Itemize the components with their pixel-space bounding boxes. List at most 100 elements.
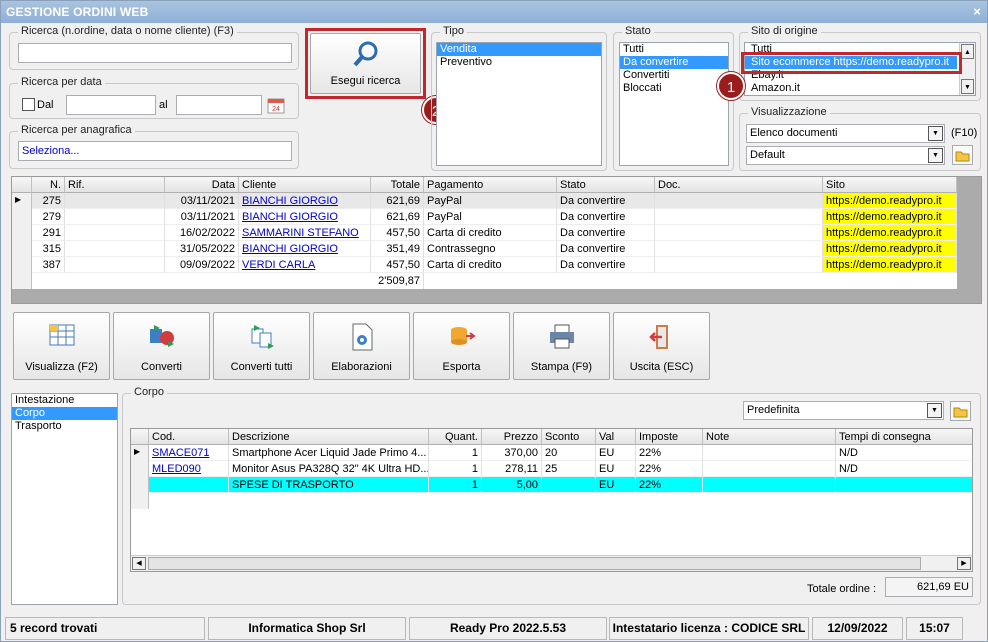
date-search-label: Ricerca per data — [18, 76, 105, 88]
corpo-cell-code[interactable] — [149, 477, 229, 493]
horizontal-scrollbar[interactable]: ◀ ▶ — [131, 555, 972, 571]
row-selector[interactable] — [12, 241, 32, 257]
orders-cell-total: 457,50 — [371, 257, 424, 273]
search-input[interactable] — [18, 43, 292, 63]
corpo-cell-code[interactable]: MLED090 — [149, 461, 229, 477]
toolbar-converti-button[interactable]: Converti — [113, 312, 210, 380]
row-selector[interactable] — [131, 493, 149, 509]
chevron-down-icon[interactable]: ▼ — [928, 126, 943, 141]
orders-cell-site: https://demo.readypro.it — [823, 209, 957, 225]
toolbar-stampa-button[interactable]: Stampa (F9) — [513, 312, 610, 380]
corpo-cell-currency: EU — [596, 461, 636, 477]
corpo-cell-quantity: 1 — [429, 445, 482, 461]
chevron-down-icon[interactable]: ▼ — [927, 403, 942, 418]
corpo-header-tax[interactable]: Imposte — [636, 429, 703, 445]
search-button[interactable]: Esegui ricerca — [310, 33, 421, 94]
stato-item-da-convertire[interactable]: Da convertire — [620, 56, 728, 69]
orders-header-number[interactable]: N. — [32, 177, 65, 193]
toolbar-esporta-button[interactable]: Esporta — [413, 312, 510, 380]
corpo-header-description[interactable]: Descrizione — [229, 429, 429, 445]
stato-item-bloccati[interactable]: Bloccati — [620, 82, 728, 95]
corpo-header-discount[interactable]: Sconto — [542, 429, 596, 445]
toolbar-esporta-label: Esporta — [442, 361, 481, 373]
date-search-group: Ricerca per data Dal al 24 — [9, 76, 299, 119]
view-select[interactable]: Elenco documenti ▼ — [746, 124, 945, 143]
stato-item-convertiti[interactable]: Convertiti — [620, 69, 728, 82]
row-selector[interactable] — [12, 209, 32, 225]
close-icon[interactable]: × — [973, 4, 981, 19]
date-from-input[interactable] — [66, 95, 156, 115]
corpo-header-currency[interactable]: Val — [596, 429, 636, 445]
orders-cell-total: 621,69 — [371, 193, 424, 209]
folder-icon[interactable] — [952, 145, 973, 165]
printer-icon — [546, 321, 578, 353]
row-selector[interactable] — [12, 257, 32, 273]
orders-cell-client[interactable]: BIANCHI GIORGIO — [239, 193, 371, 209]
corpo-header-price[interactable]: Prezzo — [482, 429, 542, 445]
search-label: Ricerca (n.ordine, data o nome cliente) … — [18, 25, 237, 37]
orders-header-status[interactable]: Stato — [557, 177, 655, 193]
corpo-cell-code[interactable]: SMACE071 — [149, 445, 229, 461]
orders-total: 2'509,87 — [371, 273, 424, 289]
scroll-up-icon[interactable]: ▲ — [961, 44, 974, 59]
corpo-cell-tax: 22% — [636, 461, 703, 477]
orders-header-payment[interactable]: Pagamento — [424, 177, 557, 193]
row-selector[interactable] — [12, 225, 32, 241]
scroll-thumb[interactable] — [148, 557, 921, 570]
toolbar-converti-tutti-button[interactable]: Converti tutti — [213, 312, 310, 380]
orders-cell-site: https://demo.readypro.it — [823, 241, 957, 257]
layout-select[interactable]: Default ▼ — [746, 146, 945, 165]
corpo-cell-price: 370,00 — [482, 445, 542, 461]
orders-header-doc[interactable]: Doc. — [655, 177, 823, 193]
chevron-down-icon[interactable]: ▼ — [928, 148, 943, 163]
orders-header-date[interactable]: Data — [165, 177, 239, 193]
stato-item-tutti[interactable]: Tutti — [620, 43, 728, 56]
view-shortcut: (F10) — [951, 127, 978, 139]
toolbar-visualizza-button[interactable]: Visualizza (F2) — [13, 312, 110, 380]
sito-item-amazon[interactable]: Amazon.it — [745, 82, 975, 95]
orders-window: GESTIONE ORDINI WEB × Ricerca (n.ordine, … — [0, 0, 988, 642]
row-selector[interactable]: ▶ — [131, 445, 149, 461]
row-selector[interactable]: ▶ — [12, 193, 32, 209]
corpo-header-code[interactable]: Cod. — [149, 429, 229, 445]
orders-cell-client[interactable]: SAMMARINI STEFANO — [239, 225, 371, 241]
preset-select[interactable]: Predefinita ▼ — [743, 401, 944, 420]
registry-label: Ricerca per anagrafica — [18, 124, 135, 136]
folder-icon[interactable] — [950, 401, 971, 421]
date-to-input[interactable] — [176, 95, 262, 115]
corpo-header-quantity[interactable]: Quant. — [429, 429, 482, 445]
section-trasporto[interactable]: Trasporto — [12, 420, 117, 433]
registry-select[interactable]: Seleziona... — [18, 141, 292, 161]
orders-header-site[interactable]: Sito — [823, 177, 957, 193]
corpo-cell-price: 278,11 — [482, 461, 542, 477]
tipo-item-preventivo[interactable]: Preventivo — [437, 56, 601, 69]
corpo-header-delivery[interactable]: Tempi di consegna — [836, 429, 972, 445]
tipo-item-vendita[interactable]: Vendita — [437, 43, 601, 56]
corpo-header-notes[interactable]: Note — [703, 429, 836, 445]
toolbar-converti-label: Converti — [141, 361, 182, 373]
corpo-cell-quantity: 1 — [429, 461, 482, 477]
orders-header-total[interactable]: Totale — [371, 177, 424, 193]
scroll-left-icon[interactable]: ◀ — [132, 557, 146, 570]
orders-header-ref[interactable]: Rif. — [65, 177, 165, 193]
orders-cell-doc — [655, 209, 823, 225]
toolbar-elaborazioni-button[interactable]: Elaborazioni — [313, 312, 410, 380]
orders-cell-payment: PayPal — [424, 209, 557, 225]
toolbar-uscita-button[interactable]: Uscita (ESC) — [613, 312, 710, 380]
row-selector[interactable] — [12, 273, 32, 289]
orders-cell-payment: Carta di credito — [424, 257, 557, 273]
calendar-icon[interactable]: 24 — [267, 96, 285, 114]
scroll-down-icon[interactable]: ▼ — [961, 79, 974, 94]
orders-cell-client[interactable]: BIANCHI GIORGIO — [239, 241, 371, 257]
scroll-right-icon[interactable]: ▶ — [957, 557, 971, 570]
row-selector[interactable] — [131, 477, 149, 493]
orders-cell-client[interactable]: VERDI CARLA — [239, 257, 371, 273]
search-group: Ricerca (n.ordine, data o nome cliente) … — [9, 25, 299, 70]
row-selector[interactable] — [131, 461, 149, 477]
date-checkbox[interactable] — [22, 98, 35, 111]
orders-cell-client[interactable]: BIANCHI GIORGIO — [239, 209, 371, 225]
visualizzazione-group: Visualizzazione Elenco documenti ▼ (F10) … — [739, 106, 981, 171]
section-intestazione[interactable]: Intestazione — [12, 394, 117, 407]
section-corpo[interactable]: Corpo — [12, 407, 117, 420]
orders-header-client[interactable]: Cliente — [239, 177, 371, 193]
